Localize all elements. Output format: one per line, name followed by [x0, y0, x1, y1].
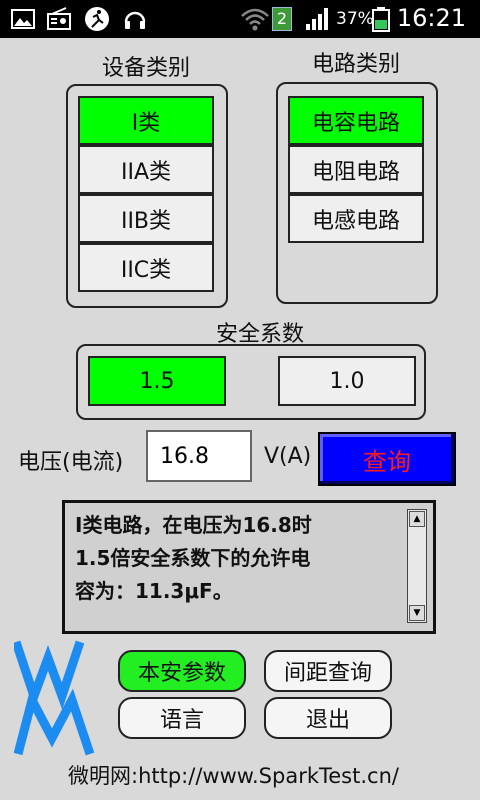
circuit-category-title: 电路类别 — [311, 52, 400, 77]
circuit-category-group: 电容电路 电阻电路 电感电路 — [276, 82, 438, 304]
device-option-iib[interactable]: IIB类 — [78, 194, 214, 243]
language-button[interactable]: 语言 — [118, 697, 246, 739]
circuit-option-capacitive[interactable]: 电容电路 — [288, 96, 424, 145]
voltage-unit: V(A) — [264, 444, 312, 469]
footer-link[interactable]: 微明网:http://www.SparkTest.cn/ — [68, 760, 399, 790]
safety-option-1-5[interactable]: 1.5 — [88, 356, 226, 406]
image-icon — [11, 9, 35, 29]
device-option-iia[interactable]: IIA类 — [78, 145, 214, 194]
safety-factor-group: 1.5 1.0 — [76, 344, 426, 420]
battery-percent: 37% — [336, 9, 374, 29]
device-option-iic[interactable]: IIC类 — [78, 243, 214, 292]
result-text: I类电路，在电压为16.8时 1.5倍安全系数下的允许电 容为：11.3μF。 — [75, 509, 395, 608]
notification-badge: 2 — [272, 7, 292, 31]
wifi-icon — [241, 8, 269, 31]
result-line: I类电路，在电压为16.8时 — [75, 513, 312, 537]
exit-button[interactable]: 退出 — [264, 697, 392, 739]
device-category-title: 设备类别 — [101, 56, 190, 81]
wm-logo-icon — [14, 640, 95, 756]
query-button[interactable]: 查询 — [318, 432, 456, 486]
headset-icon — [124, 11, 146, 29]
device-option-i[interactable]: I类 — [78, 96, 214, 145]
radio-icon — [47, 7, 71, 30]
scroll-up-icon[interactable]: ▲ — [409, 511, 425, 527]
device-category-group: I类 IIA类 IIB类 IIC类 — [66, 84, 228, 308]
running-icon — [85, 7, 109, 31]
battery-icon — [372, 7, 390, 32]
result-line: 容为：11.3μF。 — [75, 579, 233, 603]
spacing-query-button[interactable]: 间距查询 — [264, 650, 392, 692]
voltage-input[interactable] — [146, 430, 252, 482]
result-panel: I类电路，在电压为16.8时 1.5倍安全系数下的允许电 容为：11.3μF。 … — [62, 500, 436, 634]
circuit-option-resistive[interactable]: 电阻电路 — [288, 145, 424, 194]
result-line: 1.5倍安全系数下的允许电 — [75, 546, 311, 570]
circuit-option-inductive[interactable]: 电感电路 — [288, 194, 424, 243]
result-scrollbar[interactable]: ▲ ▼ — [407, 509, 427, 623]
signal-icon — [306, 8, 328, 30]
clock: 16:21 — [396, 4, 466, 32]
intrinsic-params-button[interactable]: 本安参数 — [118, 650, 246, 692]
status-bar: 2 37% 16:21 — [0, 0, 480, 38]
voltage-label: 电压(电流) — [18, 450, 124, 475]
safety-option-1-0[interactable]: 1.0 — [278, 356, 416, 406]
scroll-down-icon[interactable]: ▼ — [409, 605, 425, 621]
